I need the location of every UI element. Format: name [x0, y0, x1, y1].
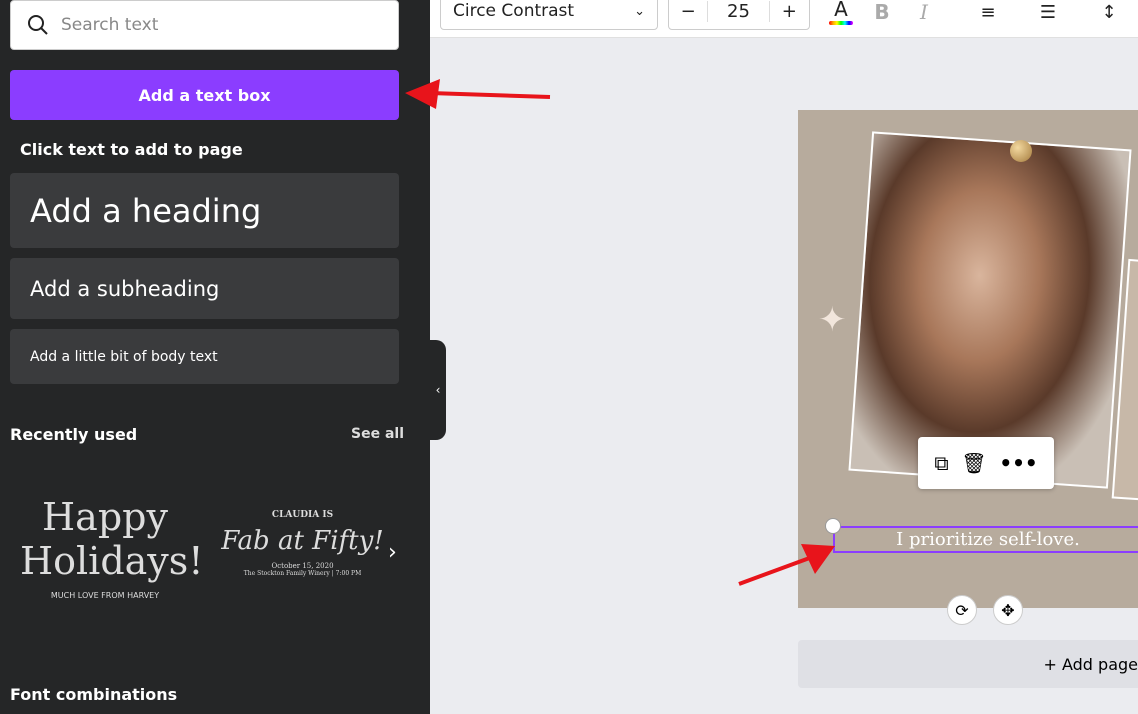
template-text: Happy	[42, 495, 168, 539]
collapse-panel-button[interactable]: ‹	[430, 340, 446, 440]
line-spacing-icon[interactable]: ↕	[1096, 0, 1122, 24]
add-page-button[interactable]: + Add page	[798, 640, 1138, 688]
text-toolbar: Circe Contrast ⌄ − 25 + A B I ≡ ☰ ↕	[430, 0, 1138, 38]
font-combinations-label: Font combinations	[10, 685, 178, 704]
text-color-icon[interactable]: A	[826, 0, 856, 26]
italic-icon[interactable]: I	[912, 0, 936, 24]
add-heading-button[interactable]: Add a heading	[10, 173, 399, 248]
decrease-size-button[interactable]: −	[669, 0, 709, 22]
template-happy-holidays[interactable]: Happy Holidays! MUCH LOVE FROM HARVEY	[20, 495, 204, 600]
resize-handle[interactable]	[825, 518, 841, 534]
font-name: Circe Contrast	[453, 1, 575, 21]
bold-icon[interactable]: B	[870, 0, 894, 24]
template-text: MUCH LOVE FROM HARVEY	[50, 591, 160, 600]
move-icon[interactable]: ✥	[993, 595, 1023, 625]
photo-frame[interactable]	[848, 131, 1132, 489]
add-text-box-button[interactable]: Add a text box	[10, 70, 399, 120]
pin-decoration	[1010, 140, 1032, 162]
search-icon	[28, 15, 48, 35]
trash-icon[interactable]: 🗑	[961, 451, 986, 475]
duplicate-icon[interactable]: ⧉	[934, 451, 948, 475]
font-family-dropdown[interactable]: Circe Contrast ⌄	[440, 0, 658, 30]
see-all-link[interactable]: See all	[351, 426, 404, 442]
template-text: Fab at Fifty!	[221, 526, 384, 556]
template-text: The Stockton Family Winery | 7:00 PM	[243, 570, 362, 577]
increase-size-button[interactable]: +	[770, 1, 809, 22]
add-subheading-button[interactable]: Add a subheading	[10, 258, 399, 319]
template-text: CLAUDIA IS	[271, 510, 334, 520]
more-icon[interactable]: •••	[999, 451, 1037, 475]
chevron-left-icon: ‹	[435, 383, 441, 397]
template-fab-at-fifty[interactable]: CLAUDIA IS Fab at Fifty! October 15, 202…	[220, 510, 385, 577]
align-center-icon[interactable]: ≡	[975, 0, 1001, 24]
recently-used-label: Recently used	[10, 425, 138, 444]
template-text: October 15, 2020	[271, 562, 334, 570]
font-size-input[interactable]: 25	[708, 0, 770, 22]
chevron-down-icon: ⌄	[634, 3, 645, 19]
selected-text-element[interactable]: I prioritize self-love.	[833, 526, 1138, 553]
add-body-text-button[interactable]: Add a little bit of body text	[10, 329, 399, 384]
template-text: Holidays!	[20, 539, 204, 583]
sparkle-icon: ✦	[818, 300, 847, 340]
search-placeholder: Search text	[61, 15, 159, 35]
rotate-icon[interactable]: ⟳	[947, 595, 977, 625]
text-panel: Search text Add a text box Click text to…	[0, 0, 430, 714]
click-text-label: Click text to add to page	[20, 140, 243, 159]
element-context-menu: ⧉ 🗑 •••	[918, 437, 1054, 489]
list-icon[interactable]: ☰	[1035, 0, 1061, 24]
chevron-right-icon[interactable]: ›	[388, 540, 397, 565]
search-input[interactable]: Search text	[10, 0, 399, 50]
font-size-stepper[interactable]: − 25 +	[668, 0, 810, 30]
